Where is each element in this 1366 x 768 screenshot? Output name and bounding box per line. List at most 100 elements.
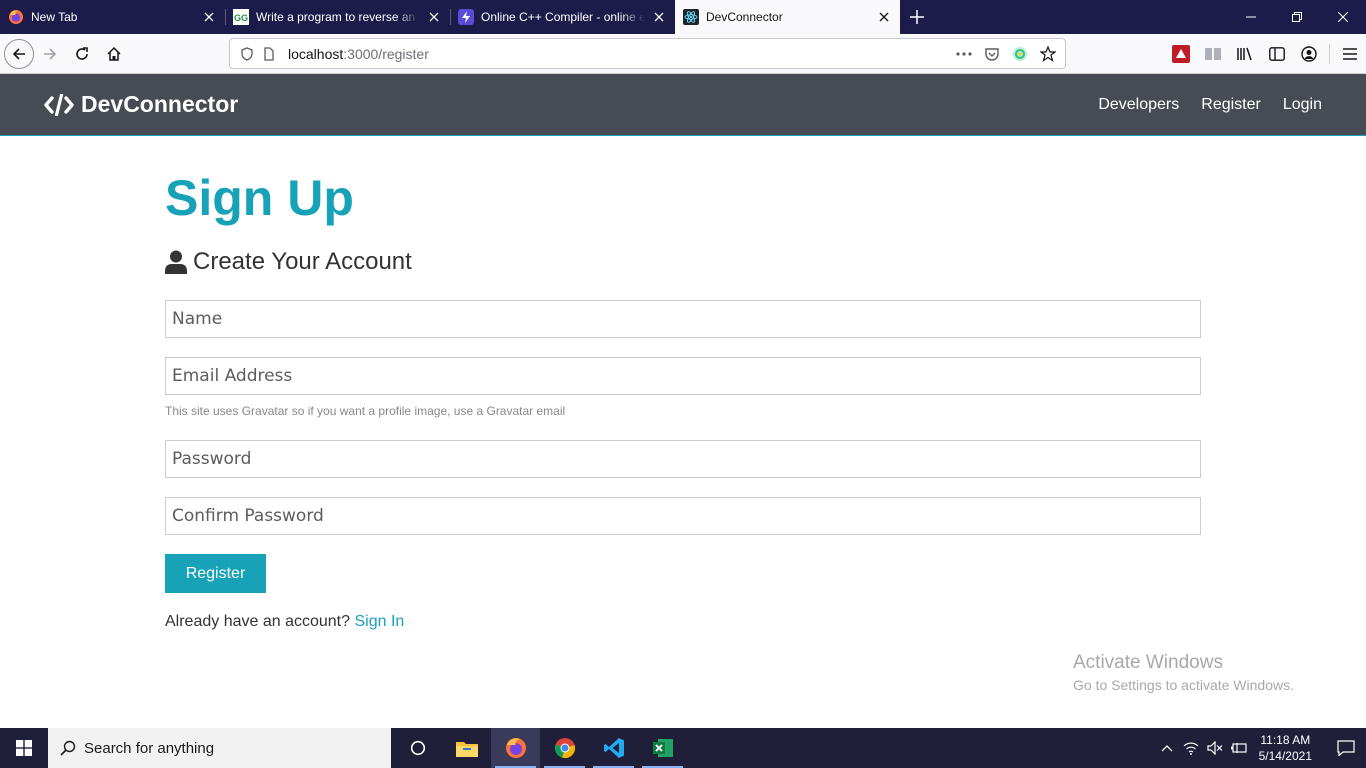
app-nav-links: Developers Register Login [1098,96,1322,114]
task-view-button[interactable] [393,728,442,768]
new-tab-button[interactable] [900,0,934,34]
url-host: localhost [288,45,344,62]
chrome-icon [554,738,575,759]
account-icon[interactable] [1293,38,1325,70]
user-icon [165,250,187,274]
task-view-icon [410,740,425,756]
firefox-icon [8,9,24,25]
tab-online-compiler[interactable]: Online C++ Compiler - online editor [450,0,675,34]
taskbar: Search for anything 11:18 AM 5/14/2021 [0,728,1366,768]
browser-tab-strip: New Tab GG Write a program to reverse an… [0,0,1366,34]
close-window-button[interactable] [1320,0,1366,34]
register-button[interactable]: Register [165,554,266,593]
pocket-icon[interactable] [981,43,1003,65]
browser-toolbar: localhost:3000/register [0,34,1366,74]
register-container: Sign Up Create Your Account This site us… [165,136,1201,631]
reader-icon[interactable] [1197,38,1229,70]
address-bar[interactable]: localhost:3000/register [229,38,1066,69]
addon-icon[interactable] [1165,38,1197,70]
battery-icon[interactable] [1227,728,1251,768]
clock-time: 11:18 AM [1260,733,1311,747]
watermark-subtitle: Go to Settings to activate Windows. [1073,677,1294,693]
system-tray: 11:18 AM 5/14/2021 [1155,728,1366,768]
nav-login-link[interactable]: Login [1283,96,1322,114]
taskbar-chrome[interactable] [540,728,589,768]
signin-link[interactable]: Sign In [354,613,404,630]
tab-title: Write a program to reverse an array [256,10,420,24]
minimize-button[interactable] [1228,0,1274,34]
signin-prompt: Already have an account? Sign In [165,613,1201,631]
more-actions-icon[interactable] [953,43,975,65]
confirm-password-input[interactable] [165,497,1201,535]
plus-icon [910,10,924,24]
signin-prompt-text: Already have an account? [165,613,355,630]
windows-logo-icon [16,740,32,756]
restore-icon [1292,12,1302,22]
email-help-text: This site uses Gravatar so if you want a… [165,404,566,418]
tab-title: Online C++ Compiler - online editor [481,10,645,24]
forward-button[interactable] [34,38,66,70]
hamburger-icon [1343,48,1357,60]
page-icon[interactable] [258,43,280,65]
taskbar-vscode[interactable] [589,728,638,768]
home-icon [107,46,121,61]
name-input[interactable] [165,300,1201,338]
excel-icon [652,739,673,757]
notification-icon [1337,740,1355,756]
reload-icon [76,46,88,60]
activate-windows-watermark: Activate Windows Go to Settings to activ… [1073,652,1294,693]
lead-text: Create Your Account [165,246,1201,278]
email-input[interactable] [165,357,1201,395]
close-icon[interactable] [201,9,217,25]
extension-icon[interactable] [1009,43,1031,65]
notifications-button[interactable] [1326,728,1366,768]
back-button[interactable] [4,38,34,69]
lead-label: Create Your Account [193,248,412,275]
close-icon[interactable] [651,9,667,25]
star-icon[interactable] [1037,43,1059,65]
wifi-icon[interactable] [1179,728,1203,768]
tab-new-tab[interactable]: New Tab [0,0,225,34]
menu-button[interactable] [1334,38,1366,70]
volume-muted-icon[interactable] [1203,728,1227,768]
react-icon [683,9,699,25]
library-icon[interactable] [1229,38,1261,70]
sidebar-icon[interactable] [1261,38,1293,70]
shield-icon[interactable] [236,43,258,65]
reload-button[interactable] [66,38,98,70]
clock-date: 5/14/2021 [1258,749,1312,763]
start-button[interactable] [0,728,48,768]
chevron-up-icon[interactable] [1155,728,1179,768]
watermark-title: Activate Windows [1073,652,1223,673]
register-form: This site uses Gravatar so if you want a… [165,300,1201,593]
arrow-left-icon [12,47,25,60]
nav-developers-link[interactable]: Developers [1098,96,1179,114]
brand-link[interactable]: DevConnector [44,91,238,118]
taskbar-search[interactable]: Search for anything [48,728,391,768]
toolbar-divider [1329,44,1330,64]
geeksforgeeks-icon: GG [233,9,249,25]
clock[interactable]: 11:18 AM 5/14/2021 [1259,732,1312,764]
firefox-icon [505,738,526,758]
taskbar-file-explorer[interactable] [442,728,491,768]
close-icon[interactable] [876,9,892,25]
restore-button[interactable] [1274,0,1320,34]
browser-tools [1165,38,1366,70]
minimize-icon [1246,16,1256,18]
tab-geeksforgeeks[interactable]: GG Write a program to reverse an array [225,0,450,34]
url-path: :3000/register [343,45,429,62]
tab-title: New Tab [31,10,78,24]
close-icon[interactable] [426,9,442,25]
search-placeholder: Search for anything [84,739,215,757]
nav-register-link[interactable]: Register [1201,96,1261,114]
taskbar-firefox[interactable] [491,728,540,768]
close-icon [1338,12,1348,22]
home-button[interactable] [98,38,130,70]
tab-devconnector[interactable]: DevConnector [675,0,900,34]
page-title: Sign Up [165,170,354,226]
password-input[interactable] [165,440,1201,478]
arrow-right-icon [44,47,57,60]
taskbar-excel[interactable] [638,728,687,768]
window-controls [1228,0,1366,34]
folder-icon [455,742,478,757]
